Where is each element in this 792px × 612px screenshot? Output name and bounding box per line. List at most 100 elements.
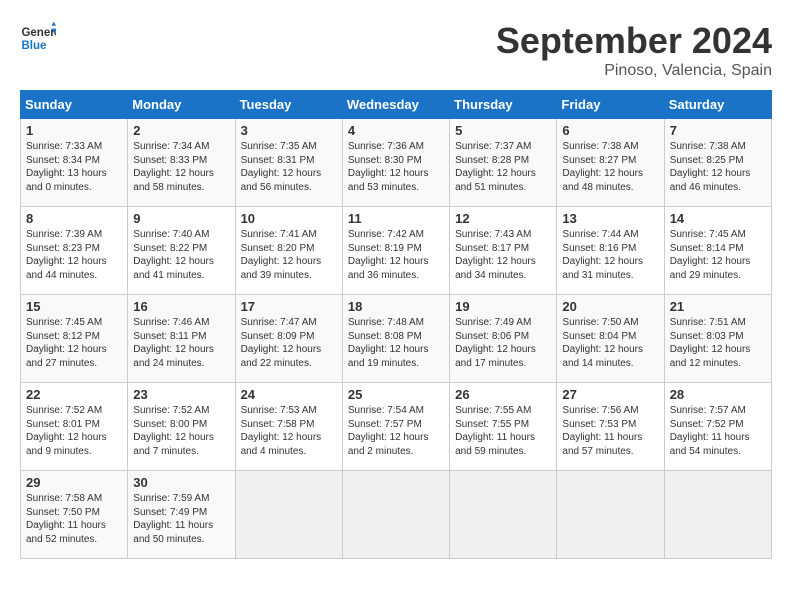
day-number: 23 <box>133 387 229 402</box>
day-number: 29 <box>26 475 122 490</box>
day-details: Sunrise: 7:37 AM Sunset: 8:28 PM Dayligh… <box>455 140 551 194</box>
col-thursday: Thursday <box>450 91 557 119</box>
table-row: 18 Sunrise: 7:48 AM Sunset: 8:08 PM Dayli… <box>342 295 449 383</box>
day-details: Sunrise: 7:38 AM Sunset: 8:25 PM Dayligh… <box>670 140 766 194</box>
table-row <box>342 471 449 559</box>
day-number: 28 <box>670 387 766 402</box>
day-details: Sunrise: 7:45 AM Sunset: 8:14 PM Dayligh… <box>670 228 766 282</box>
day-details: Sunrise: 7:36 AM Sunset: 8:30 PM Dayligh… <box>348 140 444 194</box>
day-details: Sunrise: 7:54 AM Sunset: 7:57 PM Dayligh… <box>348 404 444 458</box>
day-number: 14 <box>670 211 766 226</box>
table-row: 19Sunrise: 7:49 AM Sunset: 8:06 PM Dayli… <box>450 295 557 383</box>
table-row: 7 Sunrise: 7:38 AM Sunset: 8:25 PM Daylig… <box>664 119 771 207</box>
day-number: 18 <box>348 299 444 314</box>
day-details: Sunrise: 7:50 AM Sunset: 8:04 PM Dayligh… <box>562 316 658 370</box>
table-row: 30Sunrise: 7:59 AM Sunset: 7:49 PM Dayli… <box>128 471 235 559</box>
day-details: Sunrise: 7:46 AM Sunset: 8:11 PM Dayligh… <box>133 316 229 370</box>
day-number: 12 <box>455 211 551 226</box>
calendar-week-row: 29 Sunrise: 7:58 AM Sunset: 7:50 PM Dayli… <box>21 471 772 559</box>
table-row: 1Sunrise: 7:33 AM Sunset: 8:34 PM Daylig… <box>21 119 128 207</box>
table-row: 28 Sunrise: 7:57 AM Sunset: 7:52 PM Dayli… <box>664 383 771 471</box>
table-row: 11 Sunrise: 7:42 AM Sunset: 8:19 PM Dayli… <box>342 207 449 295</box>
day-number: 26 <box>455 387 551 402</box>
day-details: Sunrise: 7:42 AM Sunset: 8:19 PM Dayligh… <box>348 228 444 282</box>
day-details: Sunrise: 7:41 AM Sunset: 8:20 PM Dayligh… <box>241 228 337 282</box>
day-details: Sunrise: 7:44 AM Sunset: 8:16 PM Dayligh… <box>562 228 658 282</box>
calendar-table: Sunday Monday Tuesday Wednesday Thursday… <box>20 90 772 559</box>
table-row: 5 Sunrise: 7:37 AM Sunset: 8:28 PM Daylig… <box>450 119 557 207</box>
title-block: September 2024 Pinoso, Valencia, Spain <box>496 20 772 80</box>
day-details: Sunrise: 7:43 AM Sunset: 8:17 PM Dayligh… <box>455 228 551 282</box>
table-row: 10 Sunrise: 7:41 AM Sunset: 8:20 PM Dayli… <box>235 207 342 295</box>
table-row: 29 Sunrise: 7:58 AM Sunset: 7:50 PM Dayli… <box>21 471 128 559</box>
table-row: 15Sunrise: 7:45 AM Sunset: 8:12 PM Dayli… <box>21 295 128 383</box>
table-row <box>235 471 342 559</box>
col-wednesday: Wednesday <box>342 91 449 119</box>
day-details: Sunrise: 7:58 AM Sunset: 7:50 PM Dayligh… <box>26 492 122 546</box>
day-details: Sunrise: 7:56 AM Sunset: 7:53 PM Dayligh… <box>562 404 658 458</box>
day-number: 3 <box>241 123 337 138</box>
table-row: 23 Sunrise: 7:52 AM Sunset: 8:00 PM Dayli… <box>128 383 235 471</box>
day-number: 30 <box>133 475 229 490</box>
day-number: 16 <box>133 299 229 314</box>
day-details: Sunrise: 7:52 AM Sunset: 8:00 PM Dayligh… <box>133 404 229 458</box>
day-details: Sunrise: 7:35 AM Sunset: 8:31 PM Dayligh… <box>241 140 337 194</box>
day-number: 5 <box>455 123 551 138</box>
table-row: 2 Sunrise: 7:34 AM Sunset: 8:33 PM Daylig… <box>128 119 235 207</box>
day-details: Sunrise: 7:48 AM Sunset: 8:08 PM Dayligh… <box>348 316 444 370</box>
calendar-title: September 2024 <box>496 20 772 62</box>
day-number: 4 <box>348 123 444 138</box>
day-number: 9 <box>133 211 229 226</box>
logo: General Blue <box>20 20 56 56</box>
day-number: 24 <box>241 387 337 402</box>
table-row: 20 Sunrise: 7:50 AM Sunset: 8:04 PM Dayli… <box>557 295 664 383</box>
day-number: 20 <box>562 299 658 314</box>
calendar-week-row: 8 Sunrise: 7:39 AM Sunset: 8:23 PM Daylig… <box>21 207 772 295</box>
svg-text:Blue: Blue <box>21 40 47 52</box>
table-row: 12 Sunrise: 7:43 AM Sunset: 8:17 PM Dayli… <box>450 207 557 295</box>
day-details: Sunrise: 7:34 AM Sunset: 8:33 PM Dayligh… <box>133 140 229 194</box>
day-number: 11 <box>348 211 444 226</box>
col-monday: Monday <box>128 91 235 119</box>
day-details: Sunrise: 7:51 AM Sunset: 8:03 PM Dayligh… <box>670 316 766 370</box>
page-header: General Blue September 2024 Pinoso, Vale… <box>20 20 772 80</box>
table-row <box>450 471 557 559</box>
day-details: Sunrise: 7:47 AM Sunset: 8:09 PM Dayligh… <box>241 316 337 370</box>
table-row: 24 Sunrise: 7:53 AM Sunset: 7:58 PM Dayli… <box>235 383 342 471</box>
table-row: 4 Sunrise: 7:36 AM Sunset: 8:30 PM Daylig… <box>342 119 449 207</box>
table-row: 3 Sunrise: 7:35 AM Sunset: 8:31 PM Daylig… <box>235 119 342 207</box>
table-row: 21 Sunrise: 7:51 AM Sunset: 8:03 PM Dayli… <box>664 295 771 383</box>
day-number: 25 <box>348 387 444 402</box>
day-details: Sunrise: 7:55 AM Sunset: 7:55 PM Dayligh… <box>455 404 551 458</box>
table-row: 14 Sunrise: 7:45 AM Sunset: 8:14 PM Dayli… <box>664 207 771 295</box>
day-number: 2 <box>133 123 229 138</box>
day-number: 7 <box>670 123 766 138</box>
table-row: 16 Sunrise: 7:46 AM Sunset: 8:11 PM Dayli… <box>128 295 235 383</box>
table-row: 6 Sunrise: 7:38 AM Sunset: 8:27 PM Daylig… <box>557 119 664 207</box>
col-friday: Friday <box>557 91 664 119</box>
day-number: 27 <box>562 387 658 402</box>
table-row <box>664 471 771 559</box>
calendar-week-row: 15Sunrise: 7:45 AM Sunset: 8:12 PM Dayli… <box>21 295 772 383</box>
day-details: Sunrise: 7:33 AM Sunset: 8:34 PM Dayligh… <box>26 140 122 194</box>
day-details: Sunrise: 7:39 AM Sunset: 8:23 PM Dayligh… <box>26 228 122 282</box>
day-number: 21 <box>670 299 766 314</box>
col-saturday: Saturday <box>664 91 771 119</box>
day-details: Sunrise: 7:49 AM Sunset: 8:06 PM Dayligh… <box>455 316 551 370</box>
day-number: 17 <box>241 299 337 314</box>
calendar-week-row: 22Sunrise: 7:52 AM Sunset: 8:01 PM Dayli… <box>21 383 772 471</box>
svg-text:General: General <box>21 27 56 39</box>
col-sunday: Sunday <box>21 91 128 119</box>
day-details: Sunrise: 7:57 AM Sunset: 7:52 PM Dayligh… <box>670 404 766 458</box>
day-number: 15 <box>26 299 122 314</box>
calendar-header-row: Sunday Monday Tuesday Wednesday Thursday… <box>21 91 772 119</box>
day-number: 22 <box>26 387 122 402</box>
day-details: Sunrise: 7:38 AM Sunset: 8:27 PM Dayligh… <box>562 140 658 194</box>
table-row: 8 Sunrise: 7:39 AM Sunset: 8:23 PM Daylig… <box>21 207 128 295</box>
day-details: Sunrise: 7:53 AM Sunset: 7:58 PM Dayligh… <box>241 404 337 458</box>
logo-icon: General Blue <box>20 20 56 56</box>
day-number: 10 <box>241 211 337 226</box>
day-details: Sunrise: 7:40 AM Sunset: 8:22 PM Dayligh… <box>133 228 229 282</box>
day-number: 6 <box>562 123 658 138</box>
day-number: 8 <box>26 211 122 226</box>
